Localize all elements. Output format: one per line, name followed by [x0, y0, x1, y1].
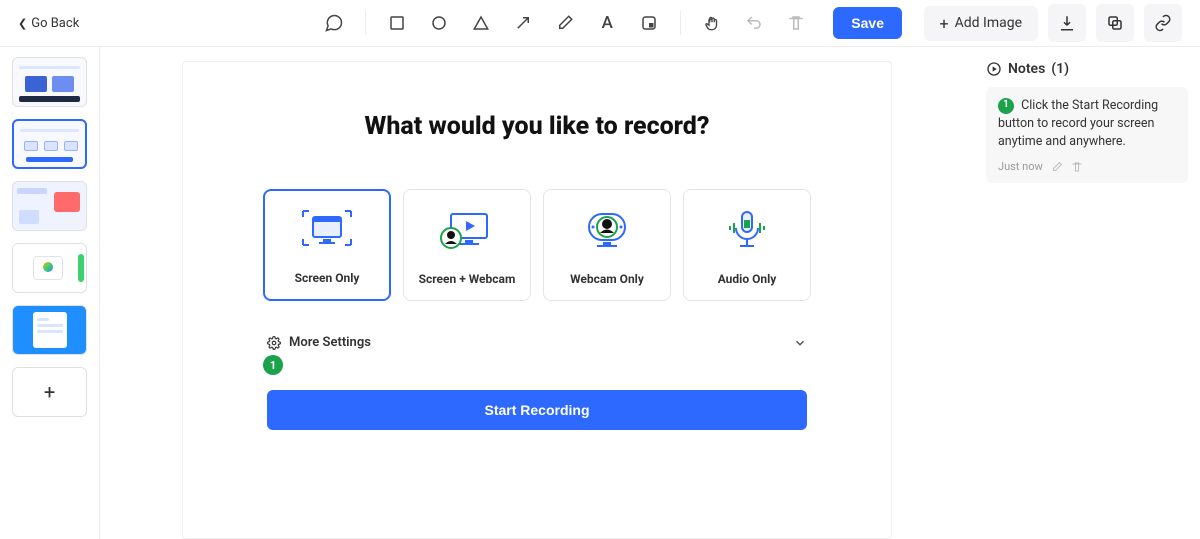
play-circle-icon — [986, 61, 1002, 77]
save-button[interactable]: Save — [833, 7, 902, 39]
main-body: + What would you like to record? — [0, 47, 1200, 539]
plus-icon: + — [940, 14, 949, 33]
note-text: Click the Start Recording button to reco… — [998, 98, 1158, 149]
go-back-button[interactable]: ❮ Go Back — [18, 16, 79, 31]
card-audio-only[interactable]: Audio Only — [683, 189, 811, 301]
screen-webcam-icon — [437, 208, 497, 254]
link-button[interactable] — [1144, 4, 1182, 42]
triangle-tool-icon[interactable] — [466, 8, 496, 38]
pen-tool-icon[interactable] — [550, 8, 580, 38]
add-image-button[interactable]: + Add Image — [924, 6, 1038, 41]
more-settings-row[interactable]: More Settings 1 — [267, 335, 807, 350]
page-title: What would you like to record? — [183, 112, 891, 141]
download-button[interactable] — [1048, 4, 1086, 42]
thumbnail-5[interactable] — [12, 305, 87, 355]
notes-title: Notes — [1008, 61, 1045, 77]
undo-icon[interactable] — [739, 8, 769, 38]
plus-icon: + — [44, 380, 55, 404]
delete-icon[interactable] — [781, 8, 811, 38]
thumbnail-1[interactable] — [12, 57, 87, 107]
thumbnail-4[interactable] — [12, 243, 87, 293]
editor-canvas: What would you like to record? — [182, 61, 892, 539]
start-recording-button[interactable]: Start Recording — [267, 390, 807, 430]
notes-count: (1) — [1051, 61, 1069, 77]
text-tool-icon[interactable]: A — [592, 8, 622, 38]
arrow-tool-icon[interactable] — [508, 8, 538, 38]
go-back-label: Go Back — [31, 16, 79, 31]
thumbnail-3[interactable] — [12, 181, 87, 231]
canvas-area: What would you like to record? — [100, 47, 974, 539]
note-number-badge: 1 — [998, 98, 1014, 114]
rectangle-tool-icon[interactable] — [382, 8, 412, 38]
more-settings-label: More Settings — [289, 335, 371, 350]
screen-icon — [299, 207, 355, 253]
webcam-icon — [579, 208, 635, 254]
chevron-left-icon: ❮ — [18, 17, 27, 30]
thumbnail-sidebar: + — [0, 47, 100, 539]
copy-button[interactable] — [1096, 4, 1134, 42]
card-webcam-only[interactable]: Webcam Only — [543, 189, 671, 301]
microphone-icon — [722, 208, 772, 254]
toolbar-right: + Add Image — [924, 4, 1182, 42]
add-image-label: Add Image — [955, 15, 1022, 31]
record-option-cards: Screen Only Screen — [183, 189, 891, 301]
annotation-tools: A Save — [319, 7, 902, 39]
circle-tool-icon[interactable] — [424, 8, 454, 38]
card-label: Screen + Webcam — [419, 272, 516, 286]
add-thumbnail-button[interactable]: + — [12, 367, 87, 417]
gear-icon — [267, 336, 281, 350]
notes-panel: Notes (1) 1 Click the Start Recording but… — [974, 47, 1200, 539]
thumbnail-2[interactable] — [12, 119, 87, 169]
edit-note-icon[interactable] — [1051, 161, 1063, 173]
tool-separator — [365, 11, 366, 35]
card-screen-webcam[interactable]: Screen + Webcam — [403, 189, 531, 301]
comment-tool-icon[interactable] — [319, 8, 349, 38]
card-label: Audio Only — [718, 272, 777, 286]
card-label: Screen Only — [295, 271, 360, 285]
notes-header[interactable]: Notes (1) — [986, 61, 1188, 77]
hand-tool-icon[interactable] — [697, 8, 727, 38]
card-label: Webcam Only — [570, 272, 644, 286]
delete-note-icon[interactable] — [1071, 161, 1083, 173]
note-meta: Just now — [998, 159, 1176, 175]
step-badge: 1 — [263, 355, 283, 375]
note-timestamp: Just now — [998, 159, 1043, 175]
top-toolbar: ❮ Go Back A — [0, 0, 1200, 47]
chevron-down-icon — [793, 336, 807, 350]
tool-separator — [680, 11, 681, 35]
blur-tool-icon[interactable] — [634, 8, 664, 38]
note-item: 1 Click the Start Recording button to re… — [986, 87, 1188, 183]
card-screen-only[interactable]: Screen Only — [263, 189, 391, 301]
